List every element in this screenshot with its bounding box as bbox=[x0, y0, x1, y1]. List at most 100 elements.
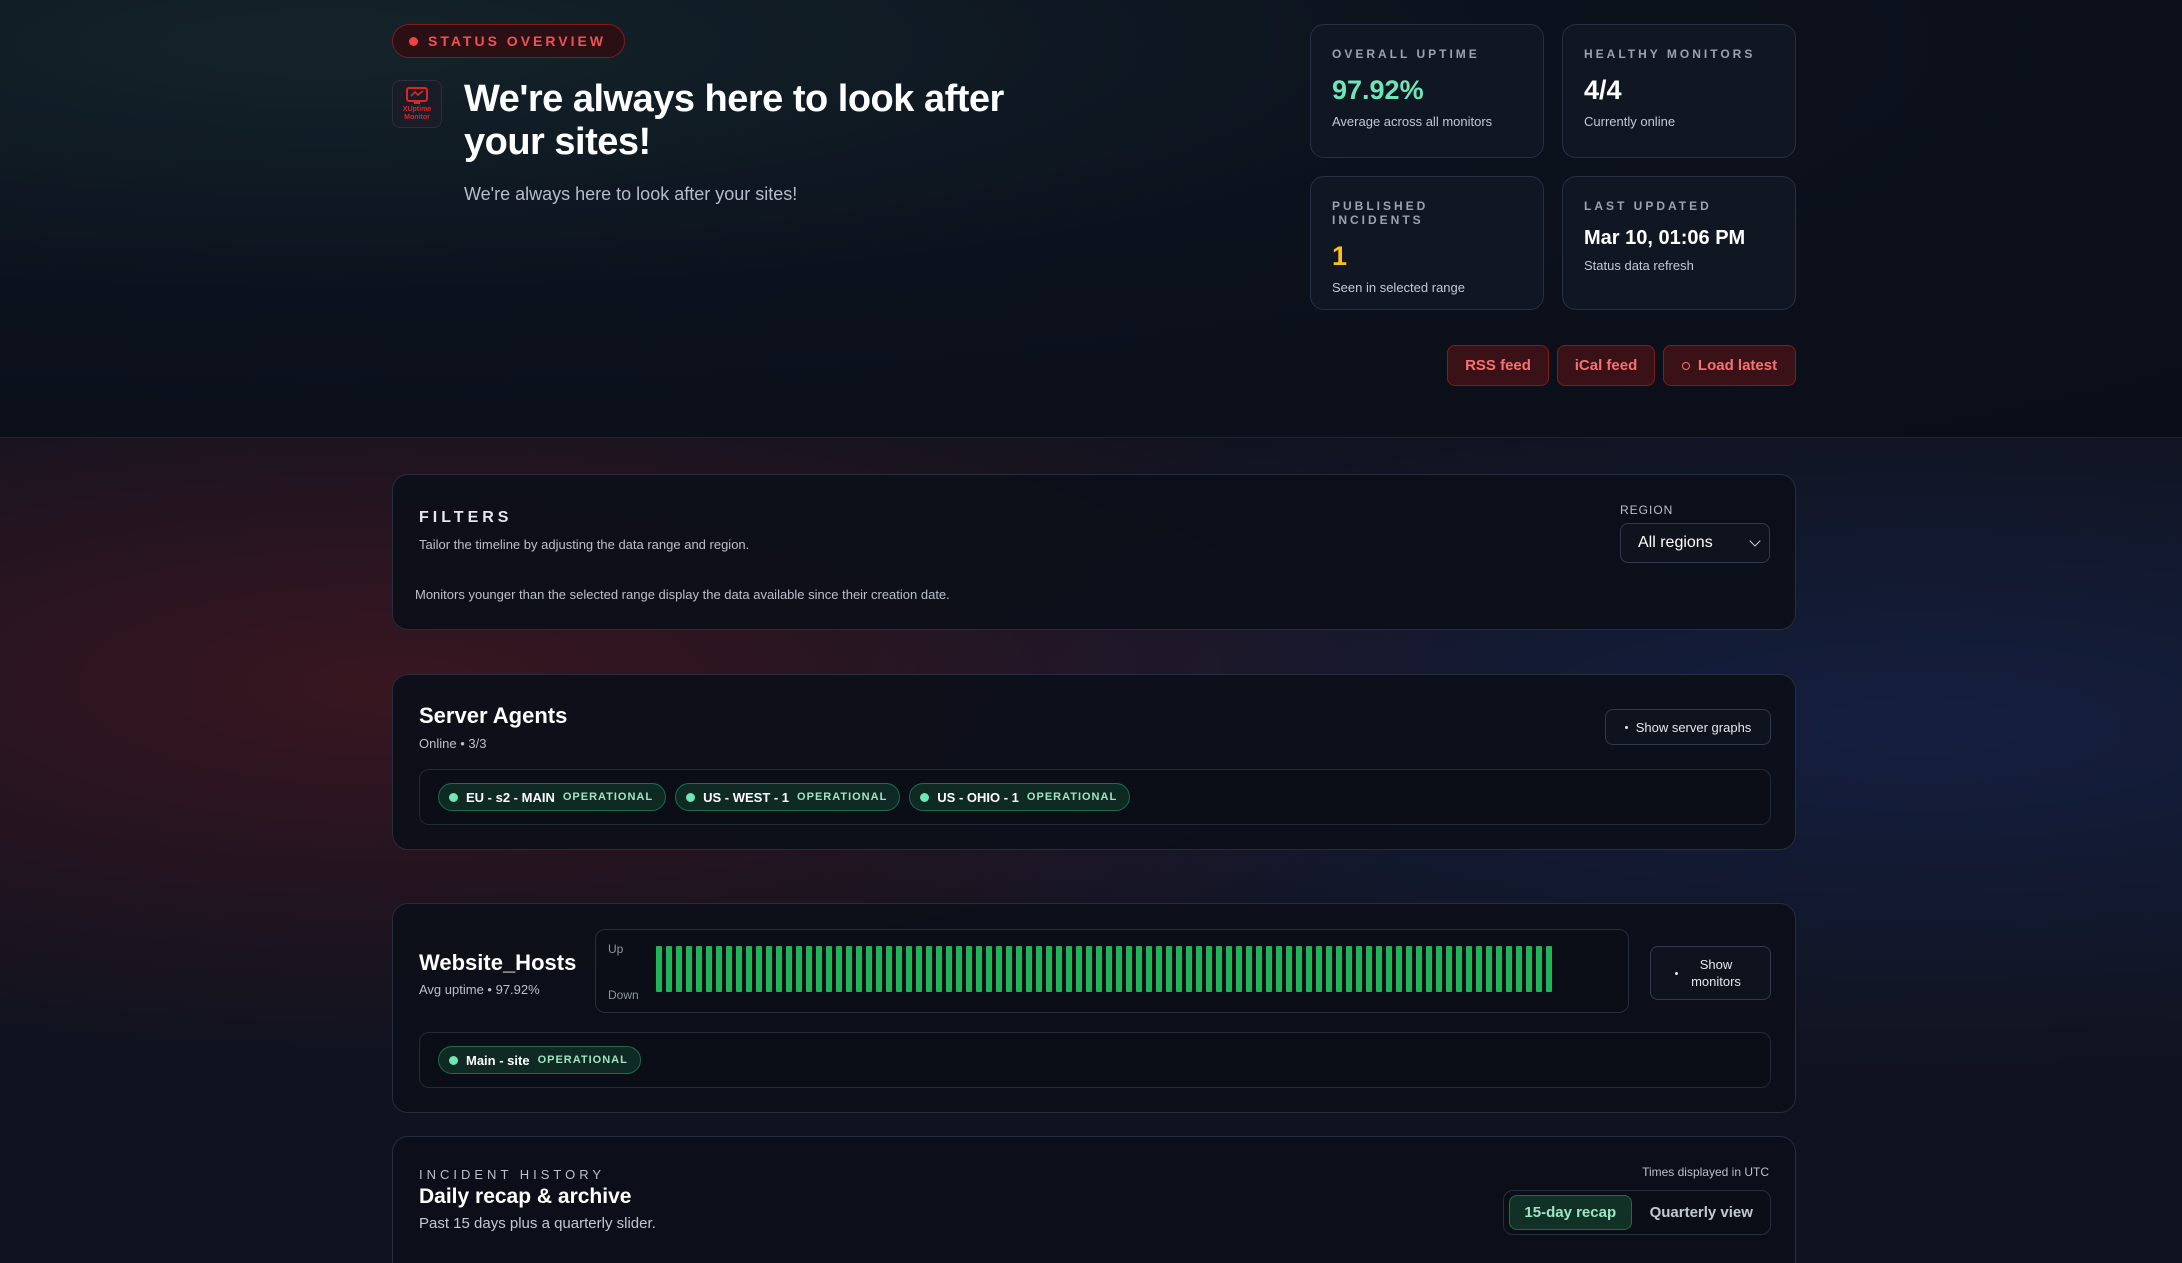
uptime-bar[interactable] bbox=[1326, 946, 1332, 992]
uptime-bar[interactable] bbox=[1356, 946, 1362, 992]
uptime-bar[interactable] bbox=[1476, 946, 1482, 992]
uptime-bar[interactable] bbox=[736, 946, 742, 992]
uptime-bar[interactable] bbox=[1076, 946, 1082, 992]
uptime-bar[interactable] bbox=[666, 946, 672, 992]
uptime-bar[interactable] bbox=[946, 946, 952, 992]
uptime-bar[interactable] bbox=[1096, 946, 1102, 992]
uptime-bar[interactable] bbox=[1136, 946, 1142, 992]
uptime-bar[interactable] bbox=[1226, 946, 1232, 992]
uptime-bar[interactable] bbox=[1036, 946, 1042, 992]
uptime-bar[interactable] bbox=[686, 946, 692, 992]
uptime-bar[interactable] bbox=[906, 946, 912, 992]
uptime-bar[interactable] bbox=[1456, 946, 1462, 992]
uptime-bar[interactable] bbox=[796, 946, 802, 992]
rss-feed-button[interactable]: RSS feed bbox=[1447, 345, 1549, 386]
uptime-bar[interactable] bbox=[1396, 946, 1402, 992]
uptime-bar[interactable] bbox=[766, 946, 772, 992]
uptime-bar[interactable] bbox=[1116, 946, 1122, 992]
uptime-bar[interactable] bbox=[1406, 946, 1412, 992]
ical-feed-button[interactable]: iCal feed bbox=[1557, 345, 1655, 386]
uptime-bar[interactable] bbox=[1506, 946, 1512, 992]
uptime-bar[interactable] bbox=[876, 946, 882, 992]
uptime-bar[interactable] bbox=[1536, 946, 1542, 992]
uptime-bar[interactable] bbox=[976, 946, 982, 992]
uptime-bar[interactable] bbox=[776, 946, 782, 992]
show-server-graphs-button[interactable]: Show server graphs bbox=[1605, 709, 1771, 745]
uptime-bar[interactable] bbox=[1066, 946, 1072, 992]
agent-chip[interactable]: EU - s2 - MAIN OPERATIONAL bbox=[438, 783, 667, 811]
agent-chip[interactable]: US - OHIO - 1 OPERATIONAL bbox=[909, 783, 1131, 811]
uptime-bar[interactable] bbox=[1466, 946, 1472, 992]
uptime-bar[interactable] bbox=[1246, 946, 1252, 992]
uptime-bar[interactable] bbox=[1126, 946, 1132, 992]
uptime-bar[interactable] bbox=[1196, 946, 1202, 992]
uptime-bar[interactable] bbox=[1146, 946, 1152, 992]
uptime-bar[interactable] bbox=[1216, 946, 1222, 992]
uptime-bar[interactable] bbox=[956, 946, 962, 992]
uptime-bar[interactable] bbox=[1416, 946, 1422, 992]
load-latest-button[interactable]: Load latest bbox=[1663, 345, 1796, 386]
show-monitors-button[interactable]: Show monitors bbox=[1650, 946, 1771, 1000]
uptime-bar[interactable] bbox=[1286, 946, 1292, 992]
uptime-bar[interactable] bbox=[886, 946, 892, 992]
uptime-bar[interactable] bbox=[1106, 946, 1112, 992]
uptime-bar[interactable] bbox=[1376, 946, 1382, 992]
uptime-bar[interactable] bbox=[866, 946, 872, 992]
uptime-bar[interactable] bbox=[1046, 946, 1052, 992]
uptime-bar[interactable] bbox=[696, 946, 702, 992]
uptime-bar[interactable] bbox=[936, 946, 942, 992]
uptime-bar[interactable] bbox=[966, 946, 972, 992]
monitor-chip[interactable]: Main - site OPERATIONAL bbox=[438, 1046, 641, 1074]
uptime-bar[interactable] bbox=[1206, 946, 1212, 992]
uptime-bar[interactable] bbox=[856, 946, 862, 992]
uptime-bar[interactable] bbox=[1016, 946, 1022, 992]
uptime-bar[interactable] bbox=[1306, 946, 1312, 992]
uptime-bar[interactable] bbox=[1236, 946, 1242, 992]
uptime-bar[interactable] bbox=[1156, 946, 1162, 992]
uptime-bar[interactable] bbox=[1366, 946, 1372, 992]
uptime-bar[interactable] bbox=[1276, 946, 1282, 992]
tab-quarterly-view[interactable]: Quarterly view bbox=[1638, 1195, 1765, 1230]
uptime-bar[interactable] bbox=[1486, 946, 1492, 992]
uptime-bar[interactable] bbox=[1546, 946, 1552, 992]
uptime-bar[interactable] bbox=[896, 946, 902, 992]
region-select[interactable]: All regions bbox=[1620, 523, 1770, 563]
uptime-bar[interactable] bbox=[816, 946, 822, 992]
tab-15-day-recap[interactable]: 15-day recap bbox=[1509, 1195, 1632, 1230]
uptime-bar[interactable] bbox=[1166, 946, 1172, 992]
uptime-bar[interactable] bbox=[826, 946, 832, 992]
uptime-bar[interactable] bbox=[1386, 946, 1392, 992]
uptime-bar[interactable] bbox=[836, 946, 842, 992]
uptime-bar[interactable] bbox=[996, 946, 1002, 992]
uptime-bar[interactable] bbox=[1176, 946, 1182, 992]
uptime-bar[interactable] bbox=[716, 946, 722, 992]
uptime-bar[interactable] bbox=[1296, 946, 1302, 992]
uptime-bar[interactable] bbox=[746, 946, 752, 992]
agent-chip[interactable]: US - WEST - 1 OPERATIONAL bbox=[675, 783, 901, 811]
uptime-bar[interactable] bbox=[926, 946, 932, 992]
uptime-bar[interactable] bbox=[756, 946, 762, 992]
uptime-bar[interactable] bbox=[846, 946, 852, 992]
uptime-bar[interactable] bbox=[1526, 946, 1532, 992]
uptime-bar[interactable] bbox=[1266, 946, 1272, 992]
uptime-bar[interactable] bbox=[806, 946, 812, 992]
uptime-bar[interactable] bbox=[1006, 946, 1012, 992]
uptime-bar[interactable] bbox=[1516, 946, 1522, 992]
uptime-bar[interactable] bbox=[1056, 946, 1062, 992]
uptime-bar[interactable] bbox=[1256, 946, 1262, 992]
uptime-bar[interactable] bbox=[1316, 946, 1322, 992]
uptime-bar[interactable] bbox=[1336, 946, 1342, 992]
uptime-bar[interactable] bbox=[1346, 946, 1352, 992]
uptime-bar[interactable] bbox=[1086, 946, 1092, 992]
uptime-bar[interactable] bbox=[1436, 946, 1442, 992]
uptime-bar[interactable] bbox=[1446, 946, 1452, 992]
uptime-bar[interactable] bbox=[916, 946, 922, 992]
uptime-bar[interactable] bbox=[786, 946, 792, 992]
uptime-bar[interactable] bbox=[1496, 946, 1502, 992]
uptime-bar[interactable] bbox=[1426, 946, 1432, 992]
uptime-bar[interactable] bbox=[676, 946, 682, 992]
uptime-bar[interactable] bbox=[1186, 946, 1192, 992]
uptime-bar[interactable] bbox=[656, 946, 662, 992]
uptime-bar[interactable] bbox=[1026, 946, 1032, 992]
uptime-bar[interactable] bbox=[986, 946, 992, 992]
